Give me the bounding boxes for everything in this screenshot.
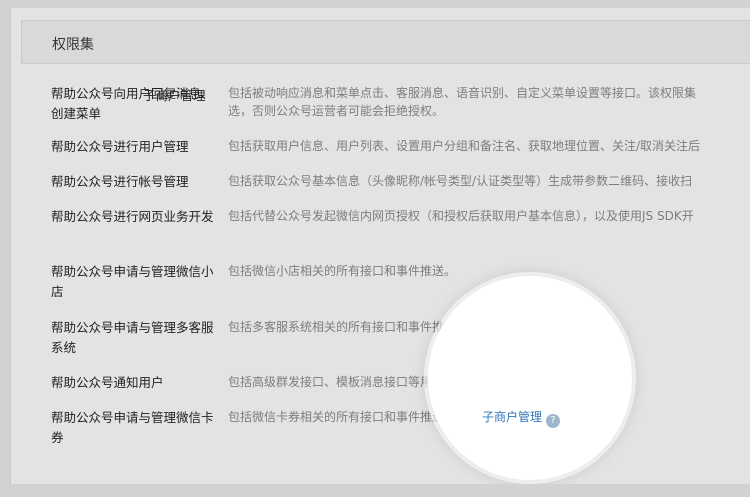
bottom-strip xyxy=(10,484,750,497)
permission-name: 帮助公众号申请与管理微信小店 xyxy=(51,264,214,299)
permission-list: 帮助公众号向用户回复消息、创建菜单 包括被动响应消息和菜单点击、客服消息、语音识… xyxy=(11,8,750,488)
permission-desc: 包括被动响应消息和菜单点击、客服消息、语音识别、自定义菜单设置等接口。该权限集 … xyxy=(228,84,750,120)
permission-set-panel: 权限集 帮助公众号向用户回复消息、创建菜单 包括被动响应消息和菜单点击、客服消息… xyxy=(10,8,750,488)
help-icon[interactable]: ? xyxy=(546,414,561,428)
permission-desc: 包括获取公众号基本信息（头像昵称/帐号类型/认证类型等）生成带参数二维码、接收扫 xyxy=(228,174,693,188)
top-strip xyxy=(0,0,750,8)
permission-desc-text: 包括微信卡券相关的所有接口和事件推送。 xyxy=(228,410,457,424)
submerchant-management-link[interactable]: 子商户管理 xyxy=(482,410,542,424)
submerchant-link-group: 子商户管理? xyxy=(482,408,561,428)
magnifier-spotlight xyxy=(428,276,632,480)
permission-name: 帮助公众号进行用户管理 xyxy=(51,139,189,154)
permission-name: 帮助公众号进行网页业务开发 xyxy=(51,209,214,224)
permission-name: 帮助公众号申请与管理多客服系统 xyxy=(51,320,214,355)
left-strip xyxy=(0,0,10,497)
permission-desc: 包括获取用户信息、用户列表、设置用户分组和备注名、获取地理位置、关注/取消关注后 xyxy=(228,139,701,153)
permission-desc-line: 选，否则公众号运营者可能会拒绝授权。 xyxy=(228,104,445,118)
permission-desc-line: 包括被动响应消息和菜单点击、客服消息、语音识别、自定义菜单设置等接口。该权限集 xyxy=(228,86,697,100)
permission-name: 帮助公众号申请与管理微信卡券 xyxy=(51,410,214,445)
permission-name: 帮助公众号进行帐号管理 xyxy=(51,174,189,189)
permission-name: 帮助公众号通知用户 xyxy=(51,375,164,390)
overlay-submerchant-label: 子商户管理 xyxy=(143,88,206,103)
permission-desc: 包括微信小店相关的所有接口和事件推送。 xyxy=(228,264,457,278)
permission-desc: 包括代替公众号发起微信内网页授权（和授权后获取用户基本信息），以及使用JS SD… xyxy=(228,209,694,223)
